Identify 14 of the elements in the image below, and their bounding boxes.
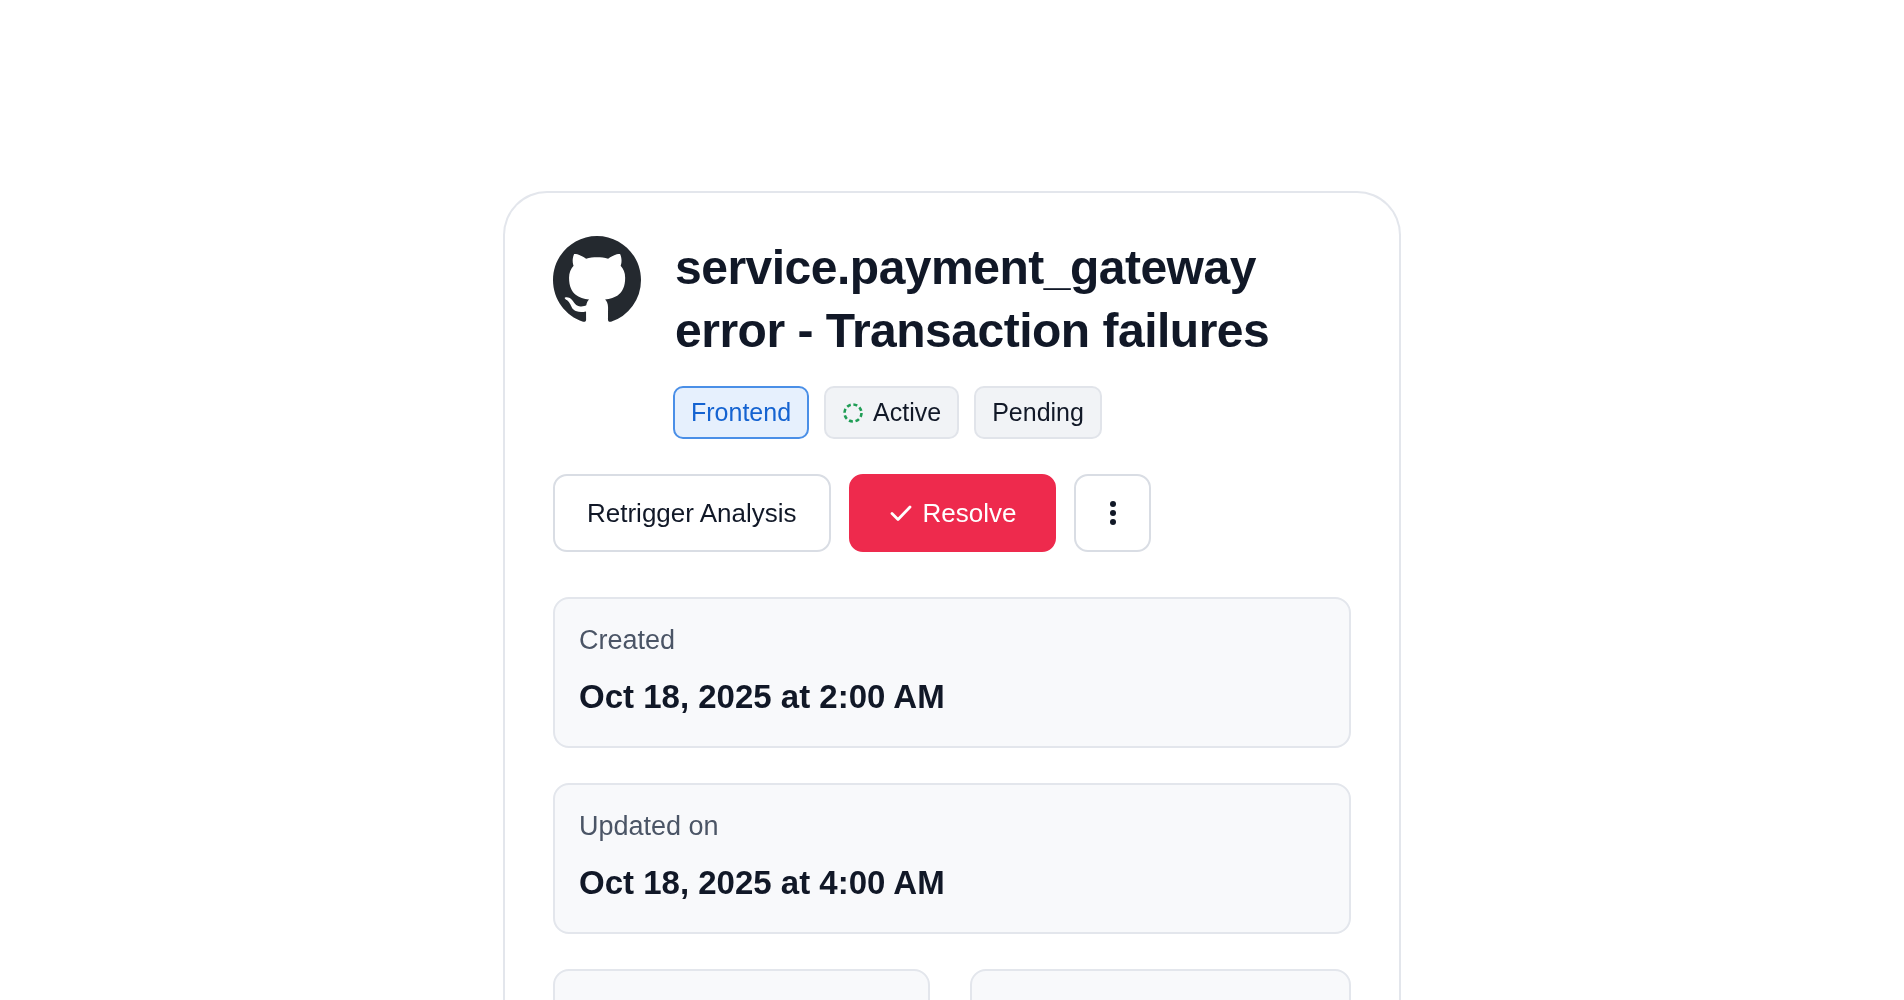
loading-icon [842,401,865,424]
retrigger-button[interactable]: Retrigger Analysis [553,474,831,552]
team-tag: Frontend [673,386,810,439]
more-button[interactable] [1074,474,1152,552]
info-label: Updated on [579,811,720,842]
status-tag: Active [824,386,960,439]
state-tag: Pending [974,386,1102,439]
info-label: Created [579,625,677,656]
info-value: Oct 18, 2025 at 4:00 AM [579,864,946,902]
resolve-button[interactable]: Resolve [848,474,1057,552]
info-value: Oct 18, 2025 at 2:00 AM [579,678,946,716]
incident-title: service.payment_gateway error - Transaction failures [675,240,1271,359]
more-icon [1109,500,1117,526]
github-icon [553,236,641,324]
